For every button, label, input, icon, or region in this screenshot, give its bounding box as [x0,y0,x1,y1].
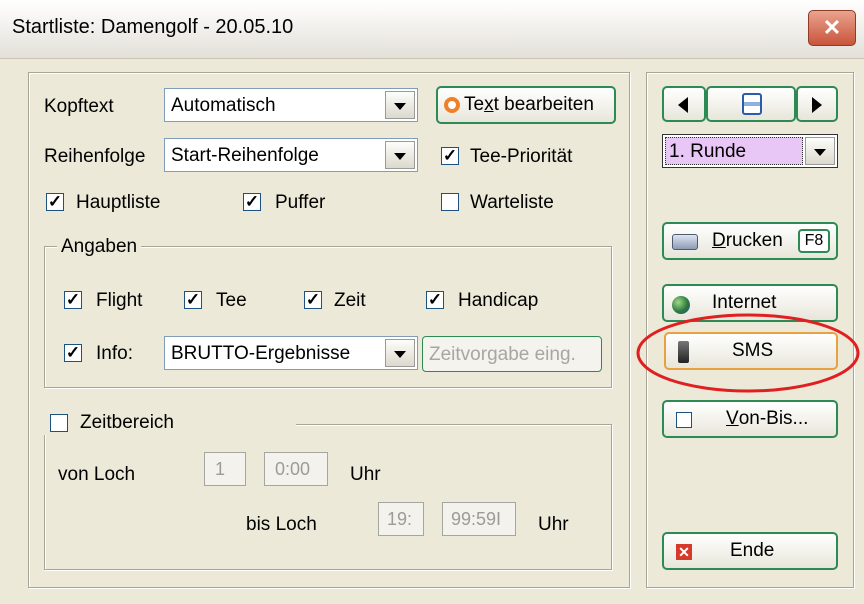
chevron-down-icon[interactable] [805,137,835,165]
runde-select[interactable]: 1. Runde [662,134,838,168]
chevron-down-icon[interactable] [385,141,415,169]
next-button[interactable] [796,86,838,122]
edit-circle-icon [444,97,460,113]
drucken-accel: D [712,230,726,251]
bis-loch-value: 19: [387,509,413,529]
reihenfolge-select[interactable]: Start-Reihenfolge [164,138,418,172]
von-bis-accel: V [726,408,739,429]
ende-button[interactable]: ✕ Ende [662,532,838,570]
tee-prioritaet-checkbox[interactable]: ✓ [441,147,459,165]
zeit-checkbox[interactable]: ✓ [304,291,322,309]
zeitvorgabe-button[interactable]: Zeitvorgabe eing. [422,336,602,372]
von-loch-value: 1 [215,459,226,479]
von-bis-button[interactable]: Von-Bis... [662,400,838,438]
checkbox-icon [676,412,692,428]
zeit-label: Zeit [334,290,366,311]
tee-checkbox[interactable]: ✓ [184,291,202,309]
von-bis-suffix: on-Bis... [738,408,809,429]
text-bearbeiten-prefix: Te [464,94,485,115]
puffer-label: Puffer [275,192,326,213]
kopftext-value: Automatisch [171,95,276,116]
close-icon: ✕ [822,15,842,40]
prev-button[interactable] [662,86,706,122]
close-icon: ✕ [676,544,692,560]
ende-label: Ende [730,540,775,561]
f8-key: F8 [804,232,824,249]
bis-time-input[interactable]: 99:59I [442,502,516,536]
runde-value: 1. Runde [669,141,747,162]
flight-checkbox[interactable]: ✓ [64,291,82,309]
chevron-down-icon[interactable] [385,339,415,367]
zeitbereich-group [44,424,612,570]
text-bearbeiten-button[interactable]: Te x t bearbeiten [436,86,616,124]
title-bar: Startliste: Damengolf - 20.05.10 ✕ [0,0,864,59]
handicap-label: Handicap [458,290,539,311]
angaben-legend: Angaben [57,236,142,258]
kopftext-label: Kopftext [44,96,114,117]
printer-icon [672,234,698,250]
highlight-ellipse [636,313,860,393]
window-title: Startliste: Damengolf - 20.05.10 [12,16,294,38]
hauptliste-label: Hauptliste [76,192,161,213]
von-uhr-label: Uhr [350,464,381,485]
highlight-ring [636,313,860,393]
drucken-key-badge: F8 [798,229,830,253]
bis-time-value: 99:59I [451,509,502,529]
close-button[interactable]: ✕ [808,10,856,46]
text-bearbeiten-suffix: t bearbeiten [493,94,594,115]
chevron-down-icon[interactable] [385,91,415,119]
text-bearbeiten-accel: x [484,94,494,115]
drucken-button[interactable]: Drucken F8 [662,222,838,260]
von-loch-label: von Loch [58,464,136,485]
drucken-suffix: rucken [725,230,783,251]
flight-label: Flight [96,290,143,311]
printer-icon [742,93,762,115]
info-value: BRUTTO-Ergebnisse [171,343,351,364]
hauptliste-checkbox[interactable]: ✓ [46,193,64,211]
puffer-checkbox[interactable]: ✓ [243,193,261,211]
reihenfolge-value: Start-Reihenfolge [171,145,319,166]
von-time-input[interactable]: 0:00 [264,452,328,486]
zeitvorgabe-label: Zeitvorgabe eing. [429,344,576,365]
warteliste-checkbox[interactable] [441,193,459,211]
print-preview-button[interactable] [706,86,796,122]
bis-loch-label: bis Loch [246,514,317,535]
bis-uhr-label: Uhr [538,514,569,535]
handicap-checkbox[interactable]: ✓ [426,291,444,309]
kopftext-select[interactable]: Automatisch [164,88,418,122]
reihenfolge-label: Reihenfolge [44,146,146,167]
von-loch-input[interactable]: 1 [204,452,246,486]
info-label: Info: [96,343,133,364]
warteliste-label: Warteliste [470,192,554,213]
zeitbereich-label: Zeitbereich [80,412,174,433]
von-time-value: 0:00 [275,459,311,479]
arrow-left-icon [678,97,688,113]
arrow-right-icon [812,97,822,113]
bis-loch-input[interactable]: 19: [378,502,424,536]
info-checkbox[interactable]: ✓ [64,344,82,362]
tee-prioritaet-label: Tee-Priorität [470,146,573,167]
info-select[interactable]: BRUTTO-Ergebnisse [164,336,418,370]
tee-label: Tee [216,290,247,311]
zeitbereich-checkbox[interactable] [50,414,68,432]
